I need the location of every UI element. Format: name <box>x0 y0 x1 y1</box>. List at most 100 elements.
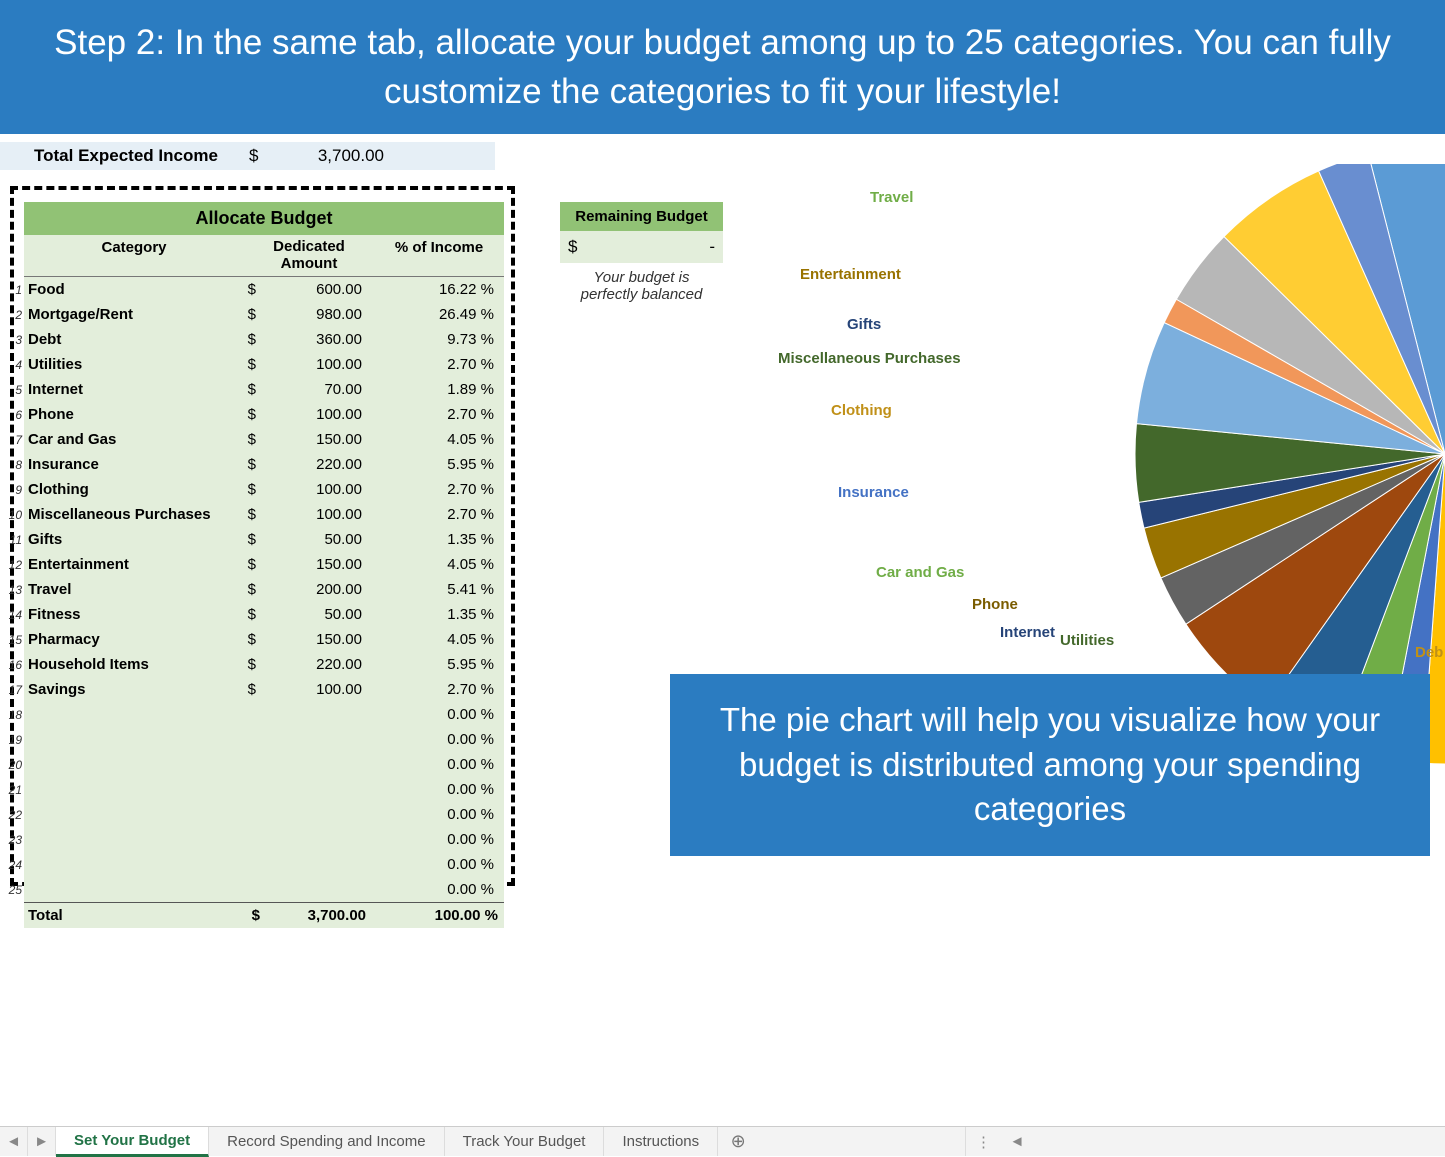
amount-cell[interactable]: 100.00 <box>256 681 370 698</box>
table-row[interactable]: 4Utilities$100.002.70 % <box>24 352 504 377</box>
row-number: 18 <box>6 708 22 722</box>
row-number: 16 <box>6 658 22 672</box>
income-currency: $ <box>249 146 274 166</box>
table-row[interactable]: 190.00 % <box>24 727 504 752</box>
allocate-budget-table[interactable]: Allocate Budget Category Dedicated Amoun… <box>24 202 504 928</box>
drag-handle-icon[interactable]: ⋮ <box>976 1133 993 1151</box>
amount-cell[interactable]: 100.00 <box>256 356 370 373</box>
pie-slice-label: Phone <box>972 596 1018 613</box>
remaining-currency: $ <box>568 237 577 257</box>
pie-slice-label: Insurance <box>838 484 909 501</box>
amount-cell[interactable]: 150.00 <box>256 631 370 648</box>
amount-cell[interactable]: 100.00 <box>256 506 370 523</box>
pct-cell: 1.35 % <box>370 531 500 548</box>
table-row[interactable]: 240.00 % <box>24 852 504 877</box>
category-cell[interactable]: Travel <box>24 581 240 598</box>
tab-nav-prev-icon[interactable]: ◄ <box>0 1127 28 1156</box>
table-row[interactable]: 210.00 % <box>24 777 504 802</box>
category-cell[interactable]: Household Items <box>24 656 240 673</box>
table-row[interactable]: 15Pharmacy$150.004.05 % <box>24 627 504 652</box>
amount-cell[interactable]: 980.00 <box>256 306 370 323</box>
category-cell[interactable]: Debt <box>24 331 240 348</box>
category-cell[interactable]: Utilities <box>24 356 240 373</box>
pie-slice-label: Car and Gas <box>876 564 964 581</box>
row-number: 14 <box>6 608 22 622</box>
sheet-tab[interactable]: Track Your Budget <box>445 1127 605 1156</box>
row-number: 8 <box>6 458 22 472</box>
sheet-tab[interactable]: Instructions <box>604 1127 718 1156</box>
category-cell[interactable]: Entertainment <box>24 556 240 573</box>
amount-cell[interactable]: 220.00 <box>256 456 370 473</box>
tab-nav-next-icon[interactable]: ► <box>28 1127 56 1156</box>
table-row[interactable]: 14Fitness$50.001.35 % <box>24 602 504 627</box>
category-cell[interactable]: Insurance <box>24 456 240 473</box>
pie-slice-label: Entertainment <box>800 266 901 283</box>
table-row[interactable]: 230.00 % <box>24 827 504 852</box>
amount-cell[interactable]: 200.00 <box>256 581 370 598</box>
category-cell[interactable]: Gifts <box>24 531 240 548</box>
sheet-tab[interactable]: Record Spending and Income <box>209 1127 444 1156</box>
category-cell[interactable]: Internet <box>24 381 240 398</box>
table-row[interactable]: 3Debt$360.009.73 % <box>24 327 504 352</box>
horizontal-scrollbar[interactable]: ⋮ ◄ <box>965 1127 1445 1156</box>
table-row[interactable]: 16Household Items$220.005.95 % <box>24 652 504 677</box>
table-row[interactable]: 7Car and Gas$150.004.05 % <box>24 427 504 452</box>
table-row[interactable]: 17Savings$100.002.70 % <box>24 677 504 702</box>
allocate-budget-title: Allocate Budget <box>24 202 504 235</box>
row-number: 7 <box>6 433 22 447</box>
category-cell[interactable]: Fitness <box>24 606 240 623</box>
table-row[interactable]: 5Internet$70.001.89 % <box>24 377 504 402</box>
currency-cell: $ <box>240 456 256 473</box>
scroll-left-icon[interactable]: ◄ <box>1007 1133 1027 1150</box>
amount-cell[interactable]: 150.00 <box>256 556 370 573</box>
table-row[interactable]: 2Mortgage/Rent$980.0026.49 % <box>24 302 504 327</box>
table-row[interactable]: 180.00 % <box>24 702 504 727</box>
category-cell[interactable]: Mortgage/Rent <box>24 306 240 323</box>
table-row[interactable]: 200.00 % <box>24 752 504 777</box>
pct-cell: 1.35 % <box>370 606 500 623</box>
amount-cell[interactable]: 100.00 <box>256 406 370 423</box>
income-amount: 3,700.00 <box>274 146 384 166</box>
table-row[interactable]: 12Entertainment$150.004.05 % <box>24 552 504 577</box>
category-cell[interactable]: Food <box>24 281 240 298</box>
table-row[interactable]: 6Phone$100.002.70 % <box>24 402 504 427</box>
table-row[interactable]: 9Clothing$100.002.70 % <box>24 477 504 502</box>
remaining-budget-message: Your budget is perfectly balanced <box>560 263 723 309</box>
amount-cell[interactable]: 220.00 <box>256 656 370 673</box>
row-number: 5 <box>6 383 22 397</box>
category-cell[interactable]: Miscellaneous Purchases <box>24 506 240 523</box>
table-row[interactable]: 220.00 % <box>24 802 504 827</box>
currency-cell: $ <box>240 531 256 548</box>
row-number: 24 <box>6 858 22 872</box>
pct-cell: 0.00 % <box>370 856 500 873</box>
table-row[interactable]: 13Travel$200.005.41 % <box>24 577 504 602</box>
amount-cell[interactable]: 50.00 <box>256 606 370 623</box>
add-sheet-button[interactable]: ⊕ <box>718 1127 758 1156</box>
category-cell[interactable]: Phone <box>24 406 240 423</box>
amount-cell[interactable]: 600.00 <box>256 281 370 298</box>
table-row[interactable]: 10Miscellaneous Purchases$100.002.70 % <box>24 502 504 527</box>
amount-cell[interactable]: 150.00 <box>256 431 370 448</box>
sheet-tab-bar[interactable]: ◄ ► Set Your BudgetRecord Spending and I… <box>0 1126 1445 1156</box>
pct-cell: 0.00 % <box>370 831 500 848</box>
sheet-tab[interactable]: Set Your Budget <box>56 1127 209 1157</box>
table-row[interactable]: 11Gifts$50.001.35 % <box>24 527 504 552</box>
category-cell[interactable]: Clothing <box>24 481 240 498</box>
category-cell[interactable]: Pharmacy <box>24 631 240 648</box>
row-number: 19 <box>6 733 22 747</box>
total-label: Total <box>24 907 244 924</box>
pie-slice-label: Internet <box>1000 624 1055 641</box>
table-row[interactable]: 250.00 % <box>24 877 504 902</box>
allocate-budget-total-row: Total $ 3,700.00 100.00 % <box>24 902 504 928</box>
amount-cell[interactable]: 100.00 <box>256 481 370 498</box>
currency-cell: $ <box>240 581 256 598</box>
table-row[interactable]: 8Insurance$220.005.95 % <box>24 452 504 477</box>
category-cell[interactable]: Car and Gas <box>24 431 240 448</box>
currency-cell: $ <box>240 331 256 348</box>
row-number: 1 <box>6 283 22 297</box>
amount-cell[interactable]: 70.00 <box>256 381 370 398</box>
table-row[interactable]: 1Food$600.0016.22 % <box>24 277 504 302</box>
category-cell[interactable]: Savings <box>24 681 240 698</box>
amount-cell[interactable]: 50.00 <box>256 531 370 548</box>
amount-cell[interactable]: 360.00 <box>256 331 370 348</box>
